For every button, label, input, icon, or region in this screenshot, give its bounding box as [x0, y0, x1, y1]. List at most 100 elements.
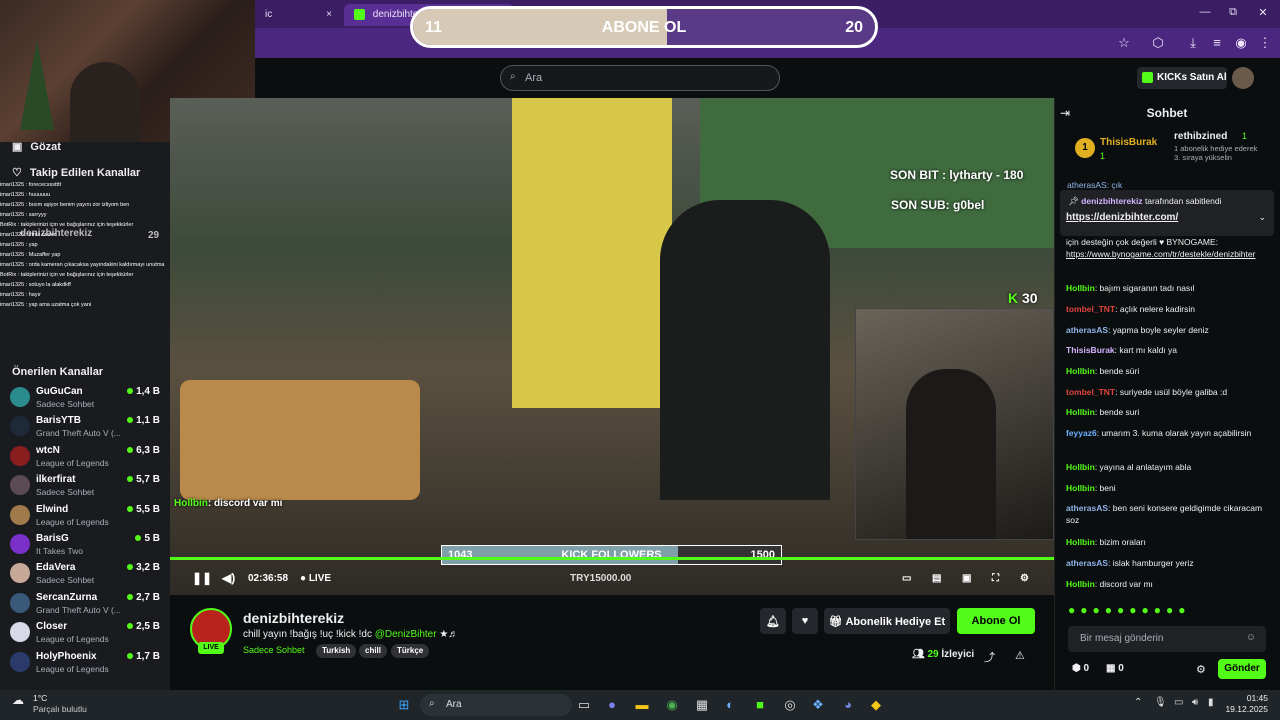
chat-username[interactable]: Hollbin [1066, 407, 1095, 417]
settings-icon[interactable]: ⚙ [1020, 573, 1029, 584]
weather-temp[interactable]: 1°C [33, 693, 47, 703]
sidebar-channel[interactable]: SercanZurna Grand Theft Auto V (... 2,7 B [10, 590, 160, 618]
sidebar-channel[interactable]: BarisYTB Grand Theft Auto V (... 1,1 B [10, 413, 160, 441]
sidebar-channel[interactable]: HolyPhoenix League of Legends 1,7 B [10, 649, 160, 677]
live-dot [127, 446, 134, 453]
browse-link[interactable]: ▣ Gözat [12, 140, 61, 153]
chat-message: Hollbin: bende suri [1066, 406, 1272, 418]
browser-tab-inactive[interactable]: ic × [255, 4, 340, 26]
send-button[interactable]: Gönder [1218, 659, 1266, 679]
chat-username[interactable]: Hollbin [1066, 579, 1095, 589]
subscribe-button[interactable]: Abone Ol [957, 608, 1035, 634]
sidebar-channel[interactable]: ilkerfirat Sadece Sohbet 5,7 B [10, 472, 160, 500]
download-icon[interactable]: ⤓ [1184, 35, 1202, 51]
stream-title-mention[interactable]: @DenizBihter [375, 629, 437, 640]
chat-username[interactable]: feyyaz6 [1066, 428, 1097, 438]
pinned-message[interactable]: 📌︎ denizbihterekiz tarafından sabitlendi… [1060, 190, 1274, 236]
search-input[interactable]: ⌕ Ara [500, 65, 780, 91]
buy-kicks-button[interactable]: KICKs Satın Al [1137, 67, 1227, 89]
chat-username[interactable]: tombel_TNT [1066, 387, 1115, 397]
chat-text: : umarım 3. kuma olarak yayın açabilirsi… [1096, 428, 1252, 438]
sidebar-channel[interactable]: wtcN League of Legends 6,3 B [10, 443, 160, 471]
pip-icon[interactable]: ▣ [962, 573, 971, 584]
sidebar-channel[interactable]: EdaVera Sadece Sohbet 3,2 B [10, 560, 160, 588]
menu-icon[interactable]: ⋮ [1256, 35, 1274, 51]
obs-icon[interactable]: ◎ [780, 695, 800, 715]
close-window-button[interactable]: ✕ [1248, 6, 1278, 19]
chat-username[interactable]: Hollbin [1066, 283, 1095, 293]
pinned-link[interactable]: https://denizbihter.com/ [1066, 212, 1178, 223]
app-icon[interactable]: ❖ [808, 695, 828, 715]
user-avatar[interactable] [1232, 67, 1254, 89]
kick-app-icon[interactable]: ■ [750, 695, 770, 715]
start-button[interactable]: ⊞ [394, 695, 414, 715]
network-icon[interactable]: ▭ [1174, 697, 1183, 708]
chat-username[interactable]: Hollbin [1066, 366, 1095, 376]
streamer-name[interactable]: denizbihterekiz [243, 610, 344, 626]
report-icon[interactable]: ⚠ [1015, 649, 1025, 662]
pause-button[interactable]: ❚❚ [192, 571, 212, 585]
extensions-icon[interactable]: ⬡ [1149, 35, 1167, 51]
profile-avatar[interactable]: ◉ [1232, 35, 1250, 51]
volume-icon[interactable]: ◀) [222, 571, 235, 585]
chat-username[interactable]: tombel_TNT [1066, 304, 1115, 314]
battery-icon[interactable]: ▮ [1208, 697, 1214, 708]
chrome-icon[interactable]: ◉ [662, 695, 682, 715]
theater-icon[interactable]: ▤ [932, 573, 941, 584]
gift-sub-button[interactable]: 🎁︎ Abonelik Hediye Et [824, 608, 950, 634]
star-icon[interactable]: ☆ [1115, 35, 1133, 51]
share-icon[interactable]: ⤴ [984, 649, 995, 665]
app-icon-2[interactable]: ◆ [866, 695, 886, 715]
stream-tag[interactable]: Türkçe [391, 644, 430, 658]
file-explorer-icon[interactable]: ▬ [632, 695, 652, 715]
emote-bar[interactable]: ●●●●●●●●●● [1068, 603, 1266, 619]
tray-chevron-icon[interactable]: ⌃ [1134, 697, 1142, 708]
gift-balance[interactable]: ▦ 0 [1106, 663, 1124, 674]
kicks-balance[interactable]: ⬢ 0 [1072, 663, 1089, 674]
overlay-chat-line: imari1325 : soluyo la alakdkff [0, 282, 71, 288]
task-view-icon[interactable]: ▭ [574, 695, 594, 715]
store-icon[interactable]: ▦ [692, 695, 712, 715]
media-icon[interactable]: ≡ [1208, 35, 1226, 50]
sidebar-channel[interactable]: GuGuCan Sadece Sohbet 1,4 B [10, 384, 160, 412]
clip-icon[interactable]: ▭ [902, 573, 911, 584]
sidebar-channel[interactable]: Closer League of Legends 2,5 B [10, 619, 160, 647]
chat-username[interactable]: atherasAS [1066, 558, 1108, 568]
chat-username[interactable]: atherasAS [1066, 503, 1108, 513]
minimize-button[interactable]: — [1190, 6, 1220, 18]
maximize-button[interactable]: ⧉ [1218, 6, 1248, 19]
leader1-name: ThisisBurak [1100, 137, 1158, 148]
close-icon[interactable]: × [326, 9, 332, 20]
stream-category[interactable]: Sadece Sohbet [243, 645, 305, 655]
sidebar-channel[interactable]: Elwind League of Legends 5,5 B [10, 502, 160, 530]
chat-message-input[interactable]: Bir mesaj gönderin ☺ [1068, 626, 1266, 652]
discord-icon[interactable]: ◕ [838, 695, 858, 715]
chat-settings-icon[interactable]: ⚙ [1196, 663, 1206, 676]
chat-username[interactable]: Hollbin [1066, 483, 1095, 493]
teams-icon[interactable]: ● [602, 695, 622, 715]
chat-username[interactable]: Hollbin [1066, 462, 1095, 472]
volume-tray-icon[interactable]: 🔊︎ [1192, 697, 1198, 708]
chat-text: : bende süri [1094, 366, 1140, 376]
chat-username[interactable]: atherasAS [1066, 325, 1108, 335]
stream-tag[interactable]: chill [359, 644, 388, 658]
notification-bell-button[interactable]: 🔔︎ [760, 608, 786, 634]
follow-heart-button[interactable]: ♥ [792, 608, 818, 634]
video-progress-bar[interactable] [170, 557, 1054, 560]
taskbar-search[interactable]: ⌕ Ara [420, 694, 572, 716]
mic-icon[interactable]: 🎙︎ [1154, 697, 1167, 708]
rank-badge: 1 [1075, 138, 1095, 158]
chat-placeholder: Bir mesaj gönderin [1080, 633, 1164, 644]
stream-tag[interactable]: Turkish [316, 644, 357, 658]
clock-time[interactable]: 01:45 [1228, 693, 1268, 703]
kick-coin-icon [1142, 72, 1153, 83]
sidebar-channel[interactable]: BarisG It Takes Two 5 B [10, 531, 160, 559]
steam-icon[interactable]: ◐ [720, 695, 740, 715]
channel-viewers-count: 6,3 B [136, 444, 160, 456]
emoji-icon[interactable]: ☺ [1246, 632, 1256, 643]
stream-title-text: chill yayın !bağış !uç !kick !dc [243, 629, 372, 640]
chat-username[interactable]: ThisisBurak [1066, 345, 1115, 355]
fullscreen-icon[interactable]: ⛶ [992, 573, 999, 584]
chevron-down-icon[interactable]: ⌄ [1258, 212, 1266, 223]
chat-username[interactable]: Hollbin [1066, 537, 1095, 547]
